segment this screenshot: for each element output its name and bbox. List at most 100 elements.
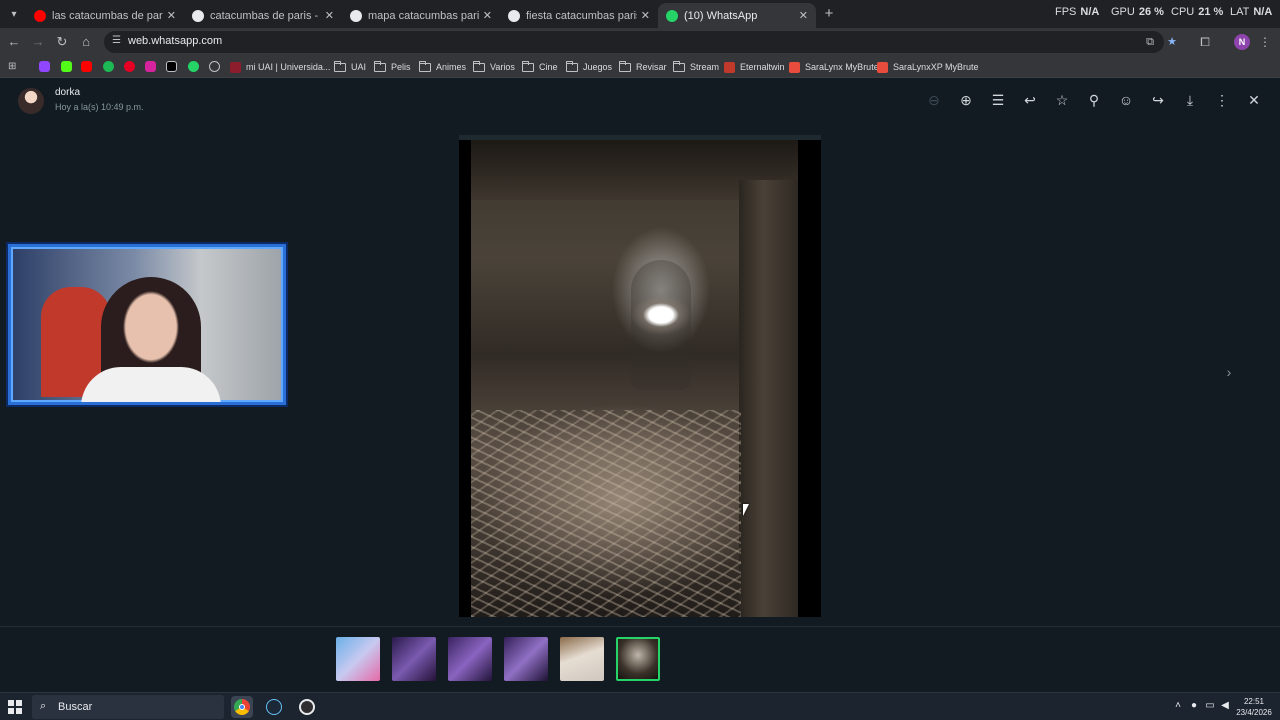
extensions-icon[interactable]: ⧠ [1196,33,1214,51]
bookmark-saralynxxp-mybrute[interactable]: SaraLynxXP MyBrute [877,59,979,75]
photo-explorer-figure [631,260,691,390]
reply-icon[interactable]: ↩ [1021,91,1039,109]
kick-icon[interactable] [61,61,72,72]
media-thumbnail[interactable] [448,637,492,681]
bookmarks-bar: ⊞ mi UAI | Universida... UAI Pelis Anime… [0,56,1280,78]
steam-taskbar-icon[interactable] [263,696,285,718]
forward-icon[interactable]: ↪ [1149,91,1167,109]
zoom-in-icon[interactable]: ⊕ [957,91,975,109]
bookmark-folder-pelis[interactable]: Pelis [374,59,411,75]
bookmark-folder-revisar[interactable]: Revisar [619,59,667,75]
bookmark-folder-juegos[interactable]: Juegos [566,59,612,75]
chrome-taskbar-icon[interactable] [231,696,253,718]
catacomb-photo[interactable] [471,140,798,617]
taskbar-clock[interactable]: 22:51 23/4/2026 [1234,696,1274,718]
bookmark-folder-cine[interactable]: Cine [522,59,558,75]
bookmark-eternaltwin[interactable]: Eternaltwin [724,59,785,75]
download-icon[interactable]: ⤓ [1181,91,1199,109]
google-icon [508,9,520,22]
tab-whatsapp[interactable]: (10) WhatsApp ✕ [658,3,816,28]
install-app-icon[interactable]: ⧉ [1143,35,1157,49]
bookmark-folder-uai[interactable]: UAI [334,59,366,75]
profile-avatar[interactable]: N [1234,34,1250,50]
microphone-icon[interactable]: ● [1188,700,1200,712]
tab-google-search-2[interactable]: mapa catacumbas paris - Buscar con Googl… [342,3,500,28]
go-to-message-icon[interactable]: ☰ [989,91,1007,109]
address-bar[interactable]: ☰ web.whatsapp.com ⧉ ★ [104,31,1177,53]
whatsapp-media-viewer: dorka Hoy a la(s) 10:49 p.m. ⊖ ⊕ ☰ ↩ ☆ ⚲… [0,79,1280,692]
next-media-icon[interactable]: › [1222,363,1236,381]
close-tab-icon[interactable]: ✕ [641,9,650,22]
volume-icon[interactable]: ◀ [1219,700,1231,712]
tab-title: fiesta catacumbas paris - Buscar con Goo… [526,9,637,22]
mybrute-icon [877,61,888,73]
sender-timestamp: Hoy a la(s) 10:49 p.m. [55,102,144,112]
tab-google-search-1[interactable]: catacumbas de paris - Buscar con Google … [184,3,342,28]
windows-taskbar: ⌕ Buscar ˄ ● ▭ ◀ 22:51 23/4/2026 [0,692,1280,720]
media-thumbnail[interactable] [560,637,604,681]
tray-overflow-icon[interactable]: ˄ [1172,700,1184,712]
obs-taskbar-icon[interactable] [296,696,318,718]
close-tab-icon[interactable]: ✕ [799,9,808,22]
media-thumbnail-selected[interactable] [616,637,660,681]
folder-icon [374,60,386,72]
tab-title: (10) WhatsApp [684,9,758,22]
url-text[interactable]: web.whatsapp.com [128,35,222,47]
youtube-icon[interactable] [81,61,92,72]
new-tab-button[interactable]: + [820,5,838,23]
google-icon [350,9,362,22]
bookmark-folder-stream[interactable]: Stream [673,59,719,75]
close-viewer-icon[interactable]: ✕ [1245,91,1263,109]
hud-fps-value: N/A [1080,6,1100,18]
reload-icon[interactable]: ↻ [53,33,71,51]
media-thumbnail[interactable] [336,637,380,681]
more-options-icon[interactable]: ⋮ [1213,91,1231,109]
apps-grid-icon[interactable]: ⊞ [8,61,19,72]
search-icon: ⌕ [40,700,47,712]
tab-youtube[interactable]: las catacumbas de paris - YouTube ✕ [26,3,184,28]
media-frame [459,135,821,617]
sender-avatar[interactable] [18,88,44,114]
media-thumbnail[interactable] [504,637,548,681]
react-emoji-icon[interactable]: ☺ [1117,91,1135,109]
bookmark-folder-animes[interactable]: Animes [419,59,466,75]
tab-search-button[interactable]: ▾ [4,4,24,24]
bookmark-folder-varios[interactable]: Varios [473,59,515,75]
uai-icon [230,61,241,73]
close-tab-icon[interactable]: ✕ [325,9,334,22]
instagram-icon[interactable] [145,61,156,72]
spotify-icon[interactable] [103,61,114,72]
close-tab-icon[interactable]: ✕ [483,9,492,22]
tiktok-icon[interactable] [166,61,177,72]
bookmark-uai-portal[interactable]: mi UAI | Universida... [230,59,330,75]
bookmark-saralynx-mybrute[interactable]: SaraLynx MyBrute [789,59,879,75]
tab-title: mapa catacumbas paris - Buscar con Googl… [368,9,479,22]
browser-menu-icon[interactable]: ⋮ [1256,33,1274,51]
hud-gpu: GPU 26 % [1111,6,1164,22]
whatsapp-icon[interactable] [188,61,199,72]
forward-icon[interactable]: → [29,33,47,51]
github-icon[interactable] [209,61,220,72]
pin-icon[interactable]: ⚲ [1085,91,1103,109]
eternaltwin-icon [724,61,735,73]
bookmark-label: Stream [690,62,720,72]
back-icon[interactable]: ← [5,33,23,51]
windows-start-icon[interactable] [8,700,22,714]
zoom-out-icon[interactable]: ⊖ [925,91,943,109]
bookmark-star-icon[interactable]: ★ [1165,35,1179,49]
home-icon[interactable]: ⌂ [77,33,95,51]
site-info-icon[interactable]: ☰ [112,35,124,47]
network-icon[interactable]: ▭ [1204,700,1216,712]
twitch-icon[interactable] [39,61,50,72]
folder-icon [566,60,578,72]
media-thumbnail[interactable] [392,637,436,681]
clock-date: 23/4/2026 [1236,708,1272,717]
bookmark-label: UAI [351,62,367,72]
tab-google-search-3[interactable]: fiesta catacumbas paris - Buscar con Goo… [500,3,658,28]
bookmark-label: SaraLynxXP MyBrute [893,62,979,72]
mybrute-icon [789,61,800,73]
pinterest-icon[interactable] [124,61,135,72]
close-tab-icon[interactable]: ✕ [167,9,176,22]
star-icon[interactable]: ☆ [1053,91,1071,109]
taskbar-search[interactable]: ⌕ Buscar [32,695,224,719]
